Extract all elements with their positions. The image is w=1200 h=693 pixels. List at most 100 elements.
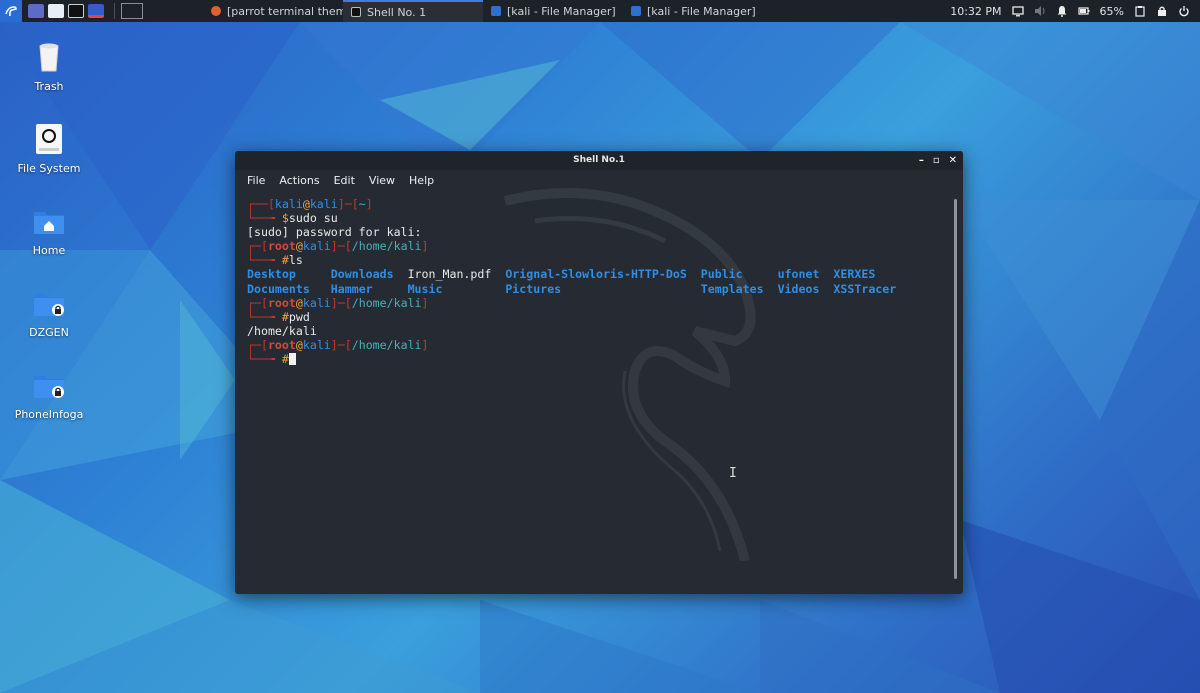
app-menu-button[interactable]	[0, 0, 22, 22]
terminal-icon	[351, 7, 361, 17]
task-label: Shell No. 1	[367, 5, 427, 19]
window-title: Shell No.1	[573, 155, 625, 165]
task-label: [kali - File Manager]	[647, 4, 756, 18]
terminal-launcher-icon[interactable]	[68, 4, 84, 18]
screen-icon[interactable]	[1011, 5, 1024, 17]
task-parrot-terminal-theme[interactable]: [parrot terminal theme -...	[203, 0, 371, 22]
command-text: sudo su	[288, 211, 338, 226]
ls-entry: Music	[407, 281, 443, 296]
desktop-icon-home[interactable]: Home	[10, 204, 88, 257]
ls-entry: Videos	[777, 281, 820, 296]
desktop-icon-file-system[interactable]: File System	[10, 122, 88, 175]
prompt-user: kali	[274, 197, 303, 211]
ls-entry: Pictures	[505, 281, 562, 296]
terminal-output[interactable]: ┌──[kali@kali]─[~] └──╼ $sudo su [sudo] pa…	[247, 197, 943, 584]
mouse-ibeam-cursor: I	[729, 466, 737, 481]
prompt-path: /home/kali	[351, 337, 422, 352]
quick-launch	[22, 4, 110, 18]
ls-entry: ufonet	[777, 267, 820, 282]
ls-entry: Desktop	[247, 267, 296, 282]
minimize-icon[interactable]: –	[919, 155, 924, 166]
show-desktop-icon[interactable]	[28, 4, 44, 18]
taskbar-separator	[114, 3, 115, 19]
prompt-path: ~	[358, 197, 366, 211]
taskbar: [parrot terminal theme -... Shell No. 1 …	[0, 0, 1200, 22]
close-icon[interactable]: ✕	[949, 155, 957, 166]
task-label: [kali - File Manager]	[507, 4, 616, 18]
task-list: [parrot terminal theme -... Shell No. 1 …	[203, 0, 763, 22]
ls-entry: Documents	[247, 281, 310, 296]
prompt-header: ┌──[kali@kali]─[~]	[247, 197, 373, 211]
prompt-user: root	[267, 337, 296, 352]
ls-entry: XSSTracer	[833, 281, 897, 296]
system-tray: 10:32 PM 65%	[950, 5, 1200, 18]
file-manager-icon	[631, 6, 641, 16]
ls-entry: XERXES	[833, 267, 876, 282]
terminal-window[interactable]: Shell No.1 – ▫ ✕ File Actions Edit View …	[235, 151, 963, 594]
prompt-host: kali	[309, 197, 338, 211]
menu-edit[interactable]: Edit	[334, 174, 355, 187]
vertical-scrollbar[interactable]	[954, 199, 957, 579]
task-shell[interactable]: Shell No. 1	[343, 0, 483, 22]
notification-bell-icon[interactable]	[1056, 5, 1068, 17]
locked-folder-icon	[32, 368, 66, 402]
task-file-manager-1[interactable]: [kali - File Manager]	[483, 0, 623, 22]
prompt-command: └──╼ #	[247, 352, 943, 366]
ls-entry: Downloads	[330, 267, 394, 282]
menu-file[interactable]: File	[247, 174, 265, 187]
desktop-icon-label: DZGEN	[29, 326, 69, 339]
power-icon[interactable]	[1178, 5, 1190, 17]
prompt-header: ┌─[root@kali]─[/home/kali]	[247, 337, 429, 352]
command-text: pwd	[288, 309, 310, 324]
ls-entry: Hammer	[330, 281, 373, 296]
prompt-path: /home/kali	[351, 295, 422, 310]
ls-entry: Templates	[700, 281, 764, 296]
workspace-switcher[interactable]	[121, 3, 143, 19]
ls-row: Documents Hammer Music Pictures Template…	[247, 282, 943, 296]
prompt-symbol: $	[281, 211, 289, 226]
prompt-user: root	[267, 239, 296, 254]
prompt-symbol: #	[281, 352, 289, 367]
file-manager-icon	[491, 6, 501, 16]
firefox-icon	[211, 6, 221, 16]
prompt-host: kali	[302, 337, 331, 352]
battery-level: 65%	[1099, 4, 1124, 18]
task-file-manager-2[interactable]: [kali - File Manager]	[623, 0, 763, 22]
prompt-header: ┌─[root@kali]─[/home/kali]	[247, 295, 429, 310]
trash-icon	[32, 40, 66, 74]
browser-launcher-icon[interactable]	[88, 4, 104, 18]
command-text: ls	[288, 253, 303, 268]
prompt-command: └──╼ $sudo su	[247, 211, 338, 226]
text-cursor	[288, 353, 296, 366]
output-line: /home/kali	[247, 323, 317, 338]
maximize-icon[interactable]: ▫	[933, 155, 940, 166]
prompt-command: └──╼ #ls	[247, 253, 303, 268]
output-line: [sudo] password for kali:	[247, 225, 422, 240]
volume-icon[interactable]	[1034, 5, 1046, 17]
locked-folder-icon	[32, 286, 66, 320]
battery-icon[interactable]	[1077, 5, 1090, 17]
desktop-icon-dzgen[interactable]: DZGEN	[10, 286, 88, 339]
prompt-host: kali	[302, 239, 331, 254]
prompt-host: kali	[302, 295, 331, 310]
desktop-icon-trash[interactable]: Trash	[10, 40, 88, 93]
prompt-path: /home/kali	[351, 239, 422, 254]
file-manager-launcher-icon[interactable]	[48, 4, 64, 18]
drive-icon	[32, 122, 66, 156]
menu-view[interactable]: View	[369, 174, 395, 187]
desktop-icon-label: Home	[32, 244, 66, 257]
clock[interactable]: 10:32 PM	[950, 5, 1001, 18]
menu-actions[interactable]: Actions	[279, 174, 319, 187]
desktop-icon-phoneinfoga[interactable]: PhoneInfoga	[10, 368, 88, 421]
window-titlebar[interactable]: Shell No.1 – ▫ ✕	[235, 151, 963, 170]
ls-entry: Public	[700, 267, 743, 282]
menu-help[interactable]: Help	[409, 174, 434, 187]
window-controls: – ▫ ✕	[919, 151, 957, 170]
desktop-icon-label: File System	[17, 162, 81, 175]
clipboard-icon[interactable]	[1134, 5, 1146, 17]
lock-icon[interactable]	[1156, 5, 1168, 17]
prompt-symbol: #	[281, 253, 289, 268]
prompt-user: root	[267, 295, 296, 310]
desktop-icon-label: PhoneInfoga	[14, 408, 84, 421]
home-folder-icon	[32, 204, 66, 238]
